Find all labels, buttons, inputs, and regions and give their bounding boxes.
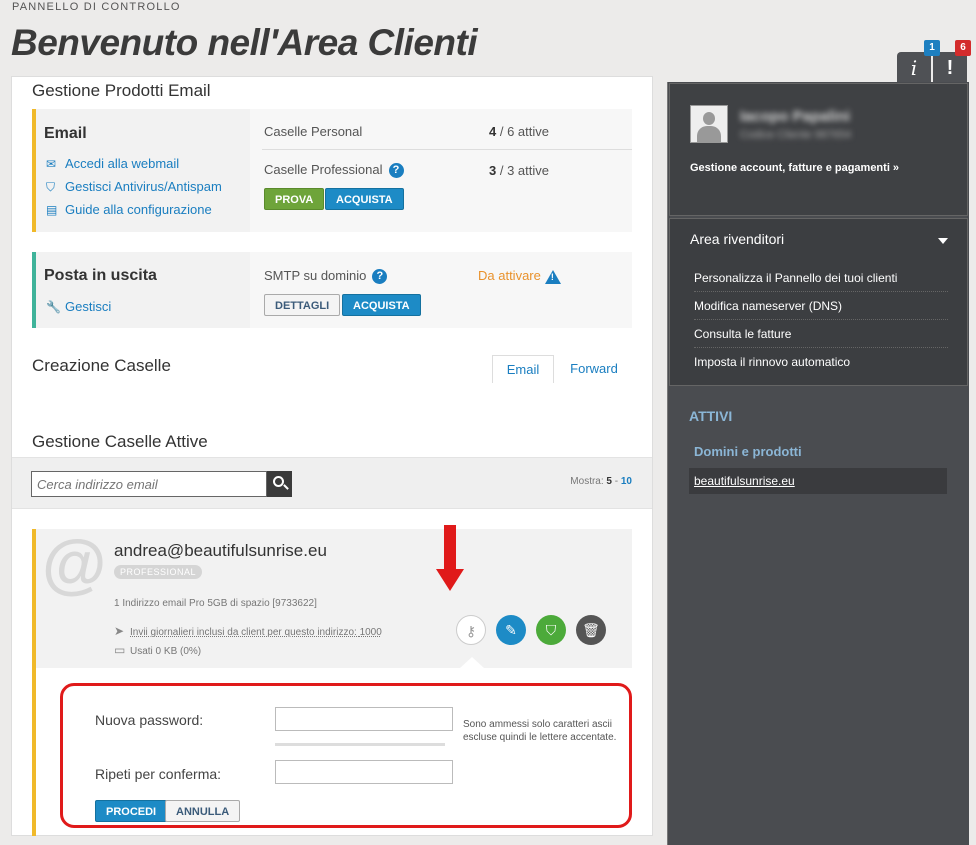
- personal-label: Caselle Personal: [264, 124, 363, 139]
- search-button[interactable]: [267, 471, 292, 497]
- webmail-link[interactable]: ✉ Accedi alla webmail: [46, 156, 179, 171]
- search-input[interactable]: [31, 471, 267, 497]
- delete-button[interactable]: 🗑: [576, 615, 606, 645]
- user-name: Iacopo Papalini: [740, 108, 851, 125]
- proceed-button[interactable]: PROCEDI: [95, 800, 168, 822]
- help-icon[interactable]: ?: [372, 269, 388, 285]
- key-icon: ⚷: [465, 623, 477, 639]
- outgoing-card-title: Posta in uscita: [44, 267, 157, 284]
- at-sign-icon: @: [42, 526, 107, 600]
- help-icon[interactable]: ?: [388, 163, 404, 179]
- user-panel: Iacopo Papalini Codice Cliente 987654 Ge…: [669, 83, 968, 216]
- buy-email-button[interactable]: ACQUISTA: [325, 188, 404, 210]
- outgoing-card: Posta in uscita 🔧 Gestisci SMTP su domini…: [32, 252, 632, 328]
- book-icon: ▤: [46, 203, 58, 217]
- smtp-status: Da attivare!: [478, 268, 561, 284]
- shield-icon: ⛉: [46, 180, 56, 194]
- reseller-panel: Area rivenditori Personalizza il Pannell…: [669, 218, 968, 386]
- shield-icon: ⛉: [545, 622, 557, 638]
- account-link[interactable]: Gestione account, fatture e pagamenti »: [690, 162, 899, 174]
- change-password-button[interactable]: ⚷: [456, 615, 486, 645]
- page-title: Benvenuto nell'Area Clienti: [11, 22, 478, 63]
- professional-value: 3 / 3 attive: [489, 163, 549, 178]
- professional-label: Caselle Professional?: [264, 162, 404, 179]
- trash-icon: 🗑: [582, 622, 600, 638]
- usage: ▭ Usati 0 KB (0%): [114, 643, 202, 657]
- smtp-label: SMTP su dominio?: [264, 268, 388, 285]
- paper-plane-icon: ➤: [114, 624, 125, 638]
- email-products-title: Gestione Prodotti Email: [32, 81, 211, 100]
- antivirus-link[interactable]: ⛉ Gestisci Antivirus/Antispam: [46, 179, 222, 195]
- plan-badge: PROFESSIONAL: [114, 565, 203, 579]
- page-size-selector: Mostra: 5 - 10: [570, 476, 632, 487]
- cancel-button[interactable]: ANNULLA: [165, 800, 241, 822]
- tab-email[interactable]: Email: [492, 355, 554, 383]
- buy-smtp-button[interactable]: ACQUISTA: [342, 294, 421, 316]
- mailbox-info: 1 Indirizzo email Pro 5GB di spazio [973…: [114, 598, 317, 609]
- pencil-icon: ✎: [505, 622, 517, 638]
- reseller-title[interactable]: Area rivenditori: [690, 231, 784, 247]
- page-size-10-link[interactable]: 10: [621, 476, 632, 487]
- domain-link[interactable]: beautifulsunrise.eu: [689, 468, 947, 494]
- chevron-down-icon[interactable]: [938, 238, 948, 244]
- reseller-item-dns[interactable]: Modifica nameserver (DNS): [694, 292, 948, 320]
- edit-button[interactable]: ✎: [496, 615, 526, 645]
- reseller-item-customize[interactable]: Personalizza il Pannello dei tuoi client…: [694, 264, 948, 292]
- repeat-password-input[interactable]: [275, 760, 453, 784]
- password-hint: Sono ammessi solo caratteri ascii escluse…: [463, 719, 617, 743]
- user-code: Codice Cliente 987654: [740, 129, 852, 141]
- email-card: Email ✉ Accedi alla webmail ⛉ Gestisci Ant…: [32, 109, 632, 232]
- antivirus-button[interactable]: ⛉: [536, 615, 566, 645]
- reseller-item-invoices[interactable]: Consulta le fatture: [694, 320, 948, 348]
- mailbox-item: @ andrea@beautifulsunrise.eu PROFESSIONA…: [32, 526, 632, 836]
- avatar: [690, 105, 728, 143]
- top-kicker: PANNELLO DI CONTROLLO: [12, 1, 181, 13]
- active-mailboxes-title: Gestione Caselle Attive: [32, 432, 208, 451]
- active-title: ATTIVI: [689, 408, 733, 424]
- search-bar: Mostra: 5 - 10: [12, 457, 652, 509]
- notification-info-badge: 1: [924, 40, 940, 56]
- details-button[interactable]: DETTAGLI: [264, 294, 341, 316]
- new-password-label: Nuova password:: [95, 712, 204, 728]
- notification-info-tab[interactable]: i: [897, 52, 931, 82]
- new-password-input[interactable]: [275, 707, 453, 731]
- inbox-icon: ▭: [114, 643, 126, 657]
- warning-icon: !: [544, 269, 561, 284]
- daily-sends: ➤ Invii giornalieri inclusi da client per…: [114, 624, 382, 638]
- try-button[interactable]: PROVA: [264, 188, 325, 210]
- sidebar: Iacopo Papalini Codice Cliente 987654 Ge…: [667, 82, 969, 845]
- email-card-title: Email: [44, 125, 87, 142]
- notification-alert-badge: 6: [955, 40, 971, 56]
- reseller-item-renewal[interactable]: Imposta il rinnovo automatico: [694, 348, 948, 376]
- tab-forward[interactable]: Forward: [568, 355, 620, 383]
- guides-link[interactable]: ▤ Guide alla configurazione: [46, 202, 212, 217]
- envelope-icon: ✉: [46, 157, 57, 171]
- main-panel: Gestione Prodotti Email Email ✉ Accedi al…: [11, 76, 653, 836]
- manage-outgoing-link[interactable]: 🔧 Gestisci: [46, 299, 111, 314]
- wrench-icon: 🔧: [46, 300, 61, 314]
- mailbox-email: andrea@beautifulsunrise.eu: [114, 541, 327, 560]
- password-form: Nuova password: Sono ammessi solo caratt…: [60, 683, 632, 828]
- creation-title: Creazione Caselle: [32, 356, 171, 375]
- personal-value: 4 / 6 attive: [489, 124, 549, 139]
- notification-alert-tab[interactable]: !: [933, 52, 967, 82]
- password-strength-bar: [275, 743, 445, 746]
- domains-title[interactable]: Domini e prodotti: [694, 444, 802, 459]
- repeat-password-label: Ripeti per conferma:: [95, 766, 222, 782]
